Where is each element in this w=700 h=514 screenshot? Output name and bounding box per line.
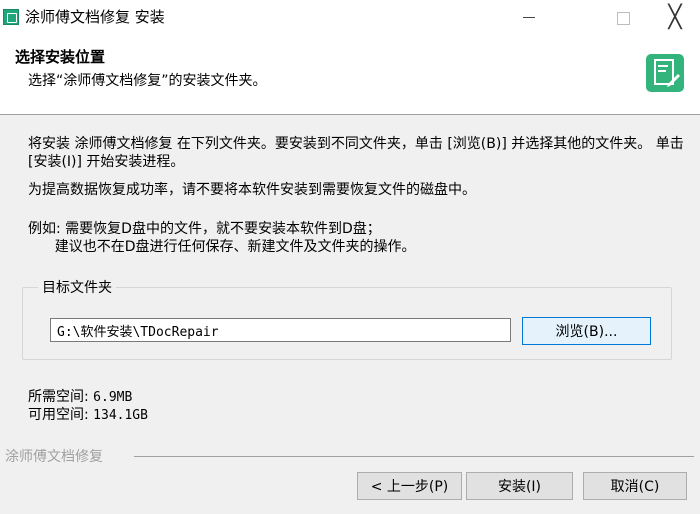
instructions-text: 将安装 涂师傅文档修复 在下列文件夹。要安装到不同文件夹，单击 [浏览(B)] …: [28, 136, 689, 170]
page-subtitle: 选择“涂师傅文档修复”的安装文件夹。: [28, 73, 267, 89]
close-button[interactable]: ╳: [652, 0, 698, 34]
minimize-button[interactable]: [506, 0, 552, 34]
example-text: 例如: 需要恢复D盘中的文件，就不要安装本软件到D盘； 建议也不在D盘进行任何保…: [28, 221, 416, 255]
install-path-input[interactable]: [50, 318, 511, 342]
space-available-label: 可用空间:: [28, 407, 89, 423]
space-available: 可用空间: 134.1GB: [28, 404, 148, 424]
space-required-value: 6.9MB: [93, 390, 133, 405]
space-available-value: 134.1GB: [93, 408, 148, 423]
close-icon: ╳: [668, 4, 682, 30]
page-title: 选择安装位置: [15, 48, 106, 66]
back-button[interactable]: < 上一步(P): [357, 472, 462, 500]
target-folder-label: 目标文件夹: [38, 277, 116, 297]
footer-divider: [134, 456, 694, 457]
installer-document-icon: [646, 54, 684, 92]
document-edit-icon: [654, 59, 680, 87]
window-title: 涂师傅文档修复 安装: [25, 8, 165, 26]
title-bar: 涂师傅文档修复 安装 ╳: [0, 0, 700, 34]
minimize-icon: [523, 16, 535, 18]
app-icon: [3, 9, 19, 25]
maximize-icon: [616, 11, 630, 25]
tip-text: 为提高数据恢复成功率，请不要将本软件安装到需要恢复文件的磁盘中。: [28, 182, 476, 198]
footer-brand: 涂师傅文档修复: [5, 449, 103, 465]
space-required-label: 所需空间:: [28, 389, 89, 405]
page-header: 选择安装位置 选择“涂师傅文档修复”的安装文件夹。: [0, 34, 700, 115]
browse-button[interactable]: 浏览(B)...: [522, 317, 651, 345]
install-button[interactable]: 安装(I): [466, 472, 573, 500]
cancel-button[interactable]: 取消(C): [583, 472, 687, 500]
space-required: 所需空间: 6.9MB: [28, 386, 132, 406]
maximize-button[interactable]: [600, 1, 646, 35]
